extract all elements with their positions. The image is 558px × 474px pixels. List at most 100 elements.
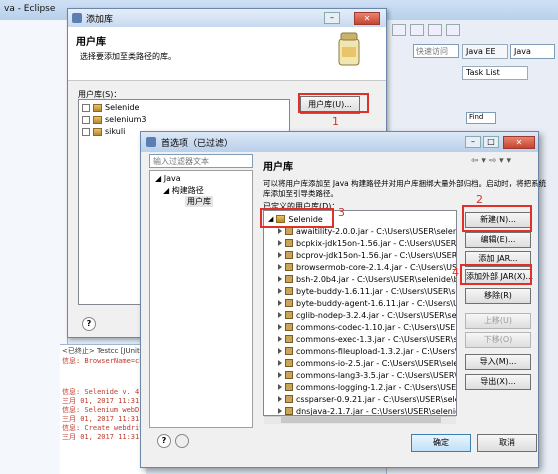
toolbar-button[interactable] — [428, 24, 442, 36]
eclipse-window-title: va - Eclipse — [4, 4, 56, 14]
close-icon[interactable]: ✕ — [354, 12, 380, 25]
edit-button[interactable]: 编辑(E)... — [465, 232, 531, 248]
move-up-button[interactable]: 上移(U) — [465, 313, 531, 329]
jar-row[interactable]: bcpkix-jdk15on-1.56.jar - C:\Users\USER\… — [278, 237, 457, 249]
collapsed-arrow-icon[interactable] — [278, 324, 282, 330]
import-button[interactable]: 导入(M)... — [465, 354, 531, 370]
jar-row[interactable]: bcprov-jdk15on-1.56.jar - C:\Users\USER\… — [278, 249, 457, 261]
collapsed-arrow-icon[interactable] — [278, 372, 282, 378]
jar-row[interactable]: commons-exec-1.3.jar - C:\Users\USER\sel… — [278, 333, 456, 345]
toolbar-button[interactable] — [392, 24, 406, 36]
find-input[interactable]: Find — [466, 112, 496, 124]
jar-row[interactable]: byte-buddy-1.6.11.jar - C:\Users\USER\se… — [278, 285, 456, 297]
filter-input[interactable]: 输入过滤器文本 — [149, 154, 253, 168]
minimize-icon[interactable]: – — [465, 136, 481, 148]
collapsed-arrow-icon[interactable] — [278, 408, 282, 414]
tree-label: Java — [163, 174, 181, 183]
jar-row[interactable]: cssparser-0.9.21.jar - C:\Users\USER\sel… — [278, 393, 456, 405]
tree-node-java[interactable]: ◢ Java — [155, 174, 181, 183]
jar-row[interactable]: commons-fileupload-1.3.2.jar - C:\Users\… — [278, 345, 456, 357]
jar-label: byte-buddy-1.6.11.jar - C:\Users\USER\se… — [296, 286, 456, 296]
console-header: <已终止> Testcc [JUnit — [62, 347, 140, 355]
tree-node-user-libraries[interactable]: 用户库 — [185, 196, 213, 207]
jar-row[interactable]: dnsjava-2.1.7.jar - C:\Users\USER\seleni… — [278, 405, 456, 415]
collapsed-arrow-icon[interactable] — [278, 288, 282, 294]
list-item[interactable]: selenium3 — [82, 115, 146, 124]
tree-node-build-path[interactable]: ◢ 构建路径 — [163, 185, 204, 196]
jar-icon — [285, 287, 293, 295]
header-description: 选择要添加至类路径的库。 — [80, 52, 176, 61]
defined-libraries-tree[interactable]: ◢ Selenide awaitility-2.0.0.jar - C:\Use… — [263, 210, 457, 416]
collapsed-arrow-icon[interactable] — [278, 360, 282, 366]
jar-row[interactable]: byte-buddy-agent-1.6.11.jar - C:\Users\U… — [278, 297, 456, 309]
list-item[interactable]: sikuli — [82, 127, 125, 136]
header-title: 用户库 — [76, 37, 106, 48]
import-preferences-icon[interactable] — [175, 434, 189, 448]
collapsed-arrow-icon[interactable] — [278, 384, 282, 390]
close-icon[interactable]: ✕ — [503, 136, 535, 149]
quick-access-input[interactable]: 快速访问 — [413, 44, 459, 58]
jar-label: commons-codec-1.10.jar - C:\Users\USER\s… — [296, 322, 456, 332]
jar-label: cglib-nodep-3.2.4.jar - C:\Users\USER\se… — [296, 310, 457, 320]
jar-label: bsh-2.0b4.jar - C:\Users\USER\selenide\b… — [296, 274, 457, 284]
console-line: 信息: BrowserName=ch — [62, 357, 144, 365]
scrollbar-thumb[interactable] — [281, 417, 441, 423]
collapsed-arrow-icon[interactable] — [278, 300, 282, 306]
cancel-button[interactable]: 取消 — [477, 434, 537, 452]
task-list-tab[interactable]: Task List — [462, 66, 528, 80]
help-icon[interactable]: ? — [157, 434, 171, 448]
checkbox[interactable] — [82, 127, 90, 136]
dialog-title: 添加库 — [86, 15, 114, 25]
checkbox[interactable] — [82, 115, 90, 124]
help-icon[interactable]: ? — [82, 317, 96, 331]
move-down-button[interactable]: 下移(O) — [465, 332, 531, 348]
export-button[interactable]: 导出(X)... — [465, 374, 531, 390]
jar-row[interactable]: bsh-2.0b4.jar - C:\Users\USER\selenide\b… — [278, 273, 457, 285]
checkbox[interactable] — [82, 103, 90, 112]
library-name: Selenide — [105, 103, 140, 112]
navigation-arrows[interactable]: ⇦ ▾ ⇨ ▾ ▾ — [471, 156, 511, 166]
jar-row[interactable]: commons-io-2.5.jar - C:\Users\USER\selen… — [278, 357, 456, 369]
maximize-icon[interactable]: □ — [483, 136, 499, 148]
jar-icon — [285, 227, 293, 235]
eclipse-icon — [146, 137, 156, 147]
jar-row[interactable]: commons-lang3-3.5.jar - C:\Users\USER\se… — [278, 369, 456, 381]
jar-icon — [285, 383, 293, 391]
list-item[interactable]: Selenide — [82, 103, 139, 112]
ok-button[interactable]: 确定 — [411, 434, 471, 452]
jar-row[interactable]: cglib-nodep-3.2.4.jar - C:\Users\USER\se… — [278, 309, 457, 321]
jar-label: browsermob-core-2.1.4.jar - C:\Users\USE… — [296, 262, 457, 272]
library-icon — [93, 115, 102, 124]
jar-row[interactable]: commons-logging-1.2.jar - C:\Users\USER\… — [278, 381, 457, 393]
collapsed-arrow-icon[interactable] — [278, 396, 282, 402]
collapsed-arrow-icon[interactable] — [278, 252, 282, 258]
perspective-javaee[interactable]: Java EE — [462, 44, 508, 59]
jar-label: bcpkix-jdk15on-1.56.jar - C:\Users\USER\… — [296, 238, 457, 248]
jar-label: cssparser-0.9.21.jar - C:\Users\USER\sel… — [296, 394, 456, 404]
jar-row[interactable]: commons-codec-1.10.jar - C:\Users\USER\s… — [278, 321, 456, 333]
perspective-java[interactable]: Java — [510, 44, 555, 59]
toolbar-button[interactable] — [446, 24, 460, 36]
remove-button[interactable]: 移除(R) — [465, 288, 531, 304]
toolbar-button[interactable] — [410, 24, 424, 36]
jar-row[interactable]: browsermob-core-2.1.4.jar - C:\Users\USE… — [278, 261, 457, 273]
collapsed-arrow-icon[interactable] — [278, 336, 282, 342]
jar-icon — [285, 299, 293, 307]
library-icon — [93, 103, 102, 112]
collapsed-arrow-icon[interactable] — [278, 228, 282, 234]
jar-label: bcprov-jdk15on-1.56.jar - C:\Users\USER\… — [296, 250, 457, 260]
preferences-dialog: 首选项（已过滤） – □ ✕ 输入过滤器文本 ◢ Java ◢ 构建路径 用户库… — [140, 131, 546, 468]
collapsed-arrow-icon[interactable] — [278, 276, 282, 282]
jar-icon — [285, 275, 293, 283]
jar-label: commons-logging-1.2.jar - C:\Users\USER\… — [296, 382, 457, 392]
collapsed-arrow-icon[interactable] — [278, 348, 282, 354]
tree-label: 构建路径 — [171, 186, 204, 195]
collapsed-arrow-icon[interactable] — [278, 240, 282, 246]
collapsed-arrow-icon[interactable] — [278, 264, 282, 270]
collapsed-arrow-icon[interactable] — [278, 312, 282, 318]
preferences-tree[interactable] — [149, 170, 253, 428]
eclipse-icon — [72, 13, 82, 23]
annotation-number-1: 1 — [332, 115, 339, 128]
minimize-icon[interactable]: – — [324, 12, 340, 24]
library-jar-icon — [338, 32, 360, 66]
